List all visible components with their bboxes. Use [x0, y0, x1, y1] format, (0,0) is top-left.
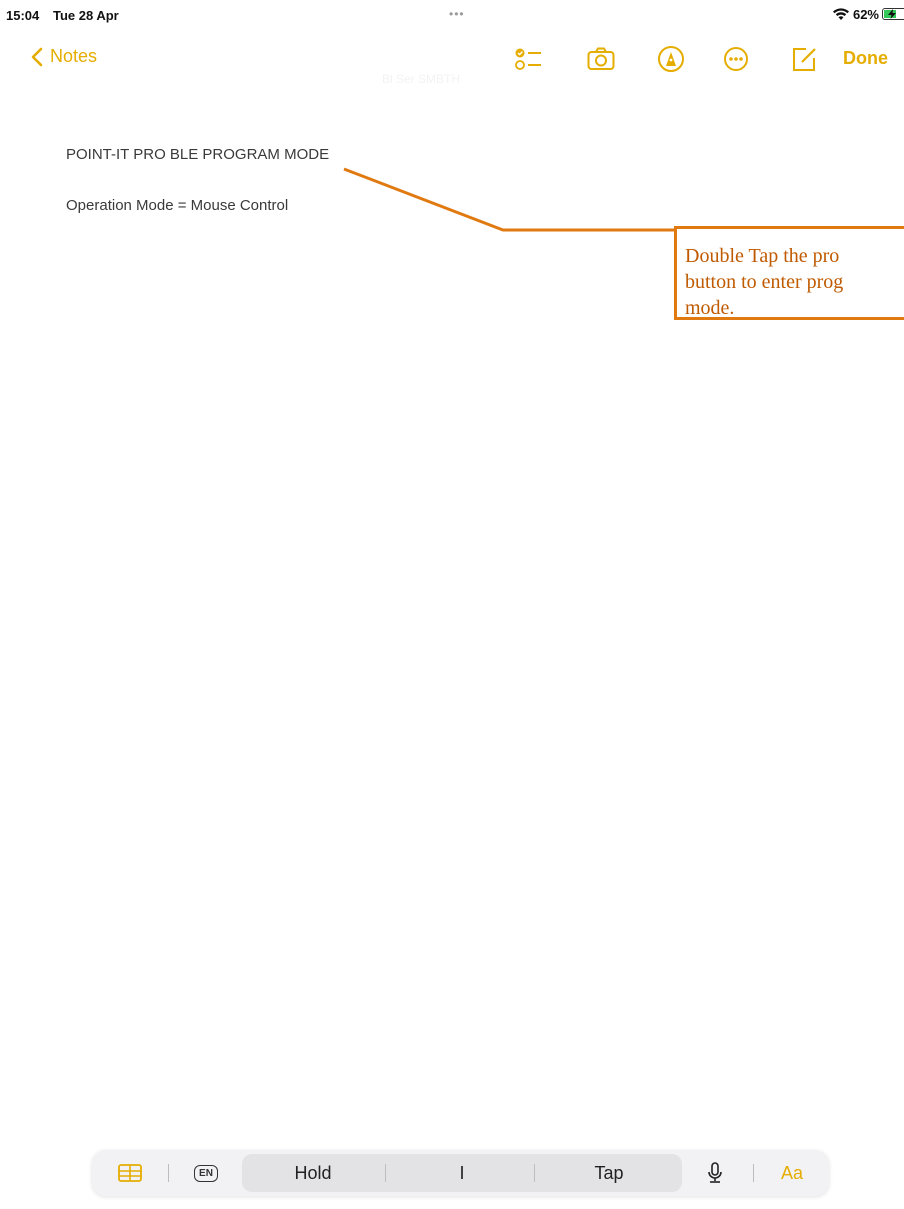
microphone-icon: [708, 1162, 722, 1183]
battery-icon: [882, 8, 904, 20]
keyboard-shortcut-bar: EN Hold I Tap Aa: [92, 1150, 829, 1196]
prediction-word: Tap: [594, 1162, 624, 1183]
separator: [168, 1164, 169, 1182]
note-line-operation-mode[interactable]: Operation Mode = Mouse Control: [66, 197, 288, 214]
markup-pen-icon[interactable]: [656, 44, 686, 74]
separator: [753, 1164, 754, 1182]
compose-icon[interactable]: [789, 44, 819, 74]
back-label: Notes: [50, 46, 98, 66]
multitask-dots[interactable]: •••: [449, 7, 465, 21]
prediction-2[interactable]: I: [412, 1150, 512, 1196]
faint-title: Bl Ser SMBTH: [382, 72, 461, 86]
checklist-icon[interactable]: [513, 44, 543, 74]
battery-percent: 62%: [852, 6, 879, 22]
dictation-button[interactable]: [695, 1150, 735, 1196]
status-time: 15:04: [6, 8, 40, 23]
callout-text: Double Tap the pro button to enter prog …: [685, 245, 844, 319]
prediction-3[interactable]: Tap: [558, 1150, 660, 1196]
done-button[interactable]: Done: [843, 48, 888, 69]
table-button[interactable]: [110, 1150, 150, 1196]
status-bar: 15:04 Tue 28 Apr ••• 62%: [0, 0, 904, 28]
camera-icon[interactable]: [586, 44, 616, 74]
status-right: 62%: [832, 6, 904, 22]
note-title[interactable]: POINT-IT PRO BLE PROGRAM MODE: [66, 146, 329, 163]
status-date: Tue 28 Apr: [53, 8, 119, 23]
callout-leader-line: [343, 167, 676, 232]
language-button[interactable]: EN: [186, 1150, 226, 1196]
callout-box: Double Tap the pro button to enter prog …: [674, 226, 904, 320]
wifi-icon: [832, 8, 849, 20]
format-button[interactable]: Aa: [772, 1150, 812, 1196]
table-icon: [118, 1164, 142, 1182]
chevron-left-icon: [31, 47, 43, 66]
format-label: Aa: [780, 1162, 804, 1183]
separator: [385, 1164, 386, 1182]
more-ellipsis-icon[interactable]: [721, 44, 751, 74]
language-icon: EN: [194, 1164, 218, 1182]
separator: [534, 1164, 535, 1182]
prediction-word: Hold: [294, 1162, 332, 1183]
prediction-word: I: [459, 1162, 465, 1183]
prediction-1[interactable]: Hold: [262, 1150, 364, 1196]
back-button[interactable]: Notes: [30, 46, 97, 67]
